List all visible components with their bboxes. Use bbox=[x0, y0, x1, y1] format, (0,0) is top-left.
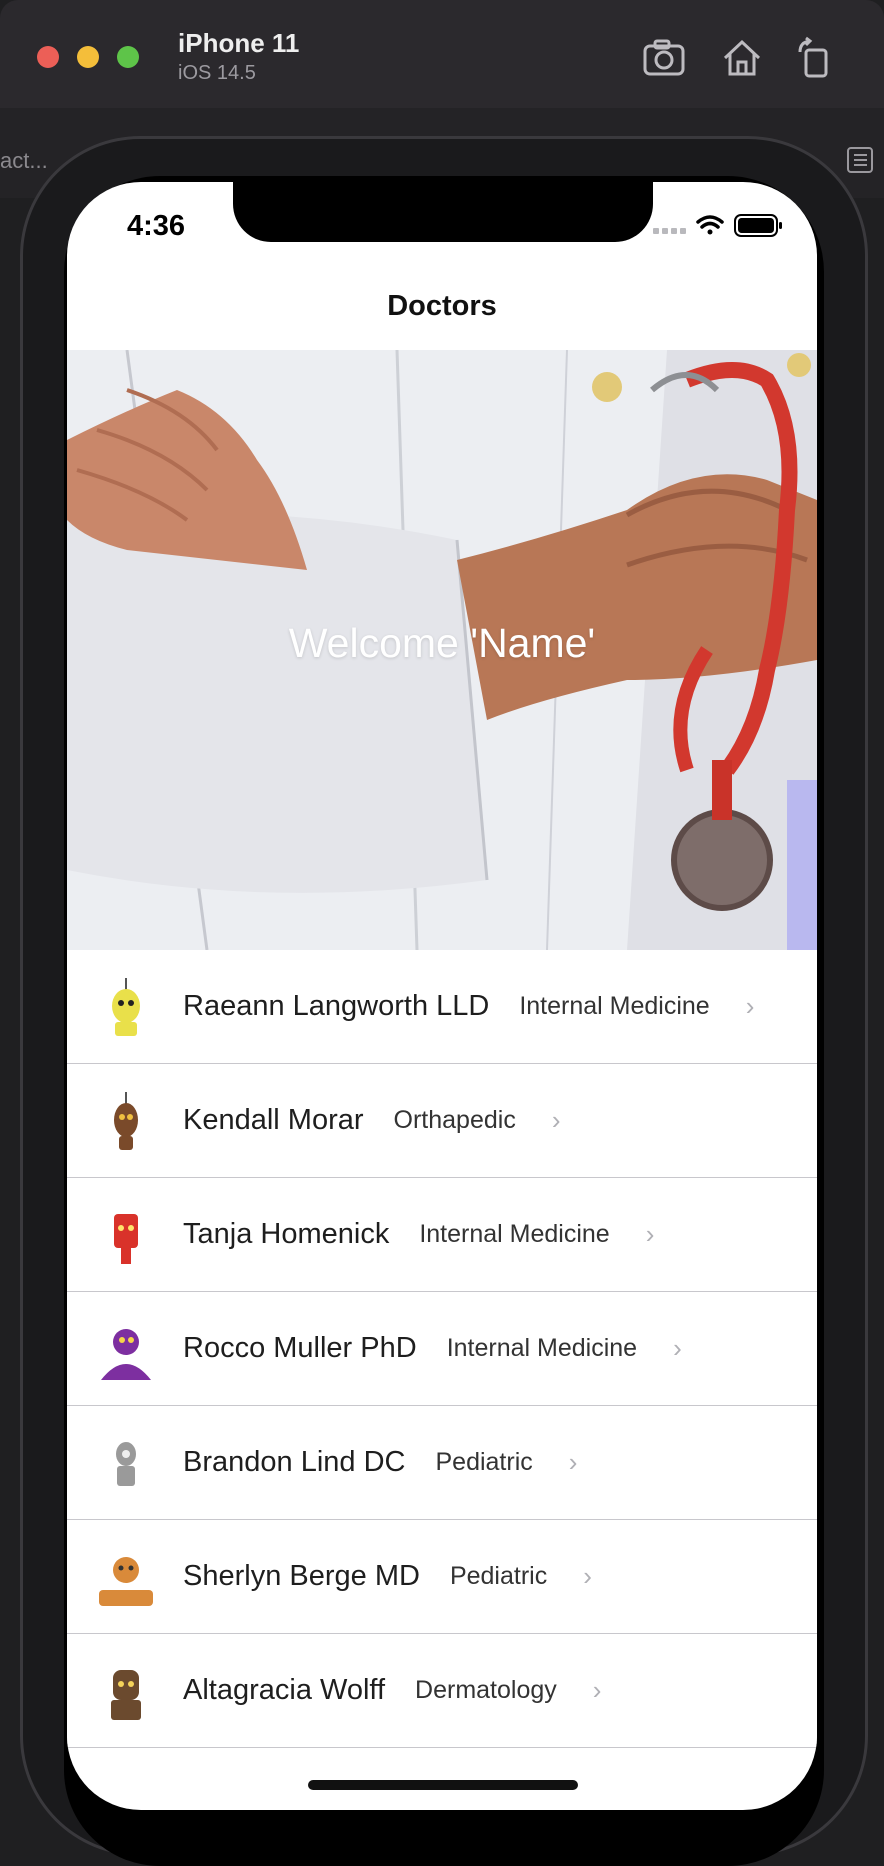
doctor-specialty: Pediatric bbox=[435, 1448, 533, 1476]
battery-icon bbox=[734, 214, 782, 237]
chevron-right-icon: › bbox=[745, 991, 755, 1021]
rotate-device-icon[interactable] bbox=[794, 36, 838, 80]
doctor-specialty: Orthapedic bbox=[393, 1106, 516, 1134]
doctor-name: Tanja Homenick bbox=[183, 1218, 390, 1250]
zoom-window-button[interactable] bbox=[117, 46, 139, 68]
simulator-device-name: iPhone 11 bbox=[178, 28, 300, 58]
doctor-row[interactable]: Altagracia Wolff Dermatology › bbox=[67, 1634, 817, 1748]
doctor-avatar bbox=[101, 1328, 151, 1380]
app-screen: 4:36 Doctors Welcome 'Name' Raeann Langw… bbox=[67, 182, 817, 1810]
doctor-avatar bbox=[114, 1091, 138, 1150]
background-editor-text: act... bbox=[0, 148, 48, 173]
doctor-row[interactable]: Kendall Morar Orthapedic › bbox=[67, 1064, 817, 1178]
chevron-right-icon: › bbox=[673, 1333, 682, 1363]
hero-banner: Welcome 'Name' bbox=[67, 350, 817, 950]
home-icon[interactable] bbox=[720, 36, 764, 80]
chevron-right-icon: › bbox=[645, 1219, 655, 1249]
doctor-row[interactable]: Sherlyn Berge MD Pediatric › bbox=[67, 1520, 817, 1634]
notch bbox=[233, 182, 653, 242]
doctor-name: Raeann Langworth LLD bbox=[183, 990, 490, 1022]
doctor-avatar bbox=[111, 1669, 141, 1720]
doctor-avatar bbox=[114, 1213, 138, 1264]
doctor-name: Sherlyn Berge MD bbox=[183, 1560, 420, 1592]
wifi-icon bbox=[696, 215, 724, 235]
doctor-specialty: Dermatology bbox=[415, 1676, 557, 1704]
simulator-os-version: iOS 14.5 bbox=[178, 62, 256, 84]
simulator-titlebar: iPhone 11 iOS 14.5 bbox=[0, 0, 884, 109]
chevron-right-icon: › bbox=[551, 1105, 561, 1135]
chevron-right-icon: › bbox=[583, 1561, 592, 1591]
doctor-specialty: Internal Medicine bbox=[519, 992, 710, 1020]
doctor-avatar bbox=[112, 977, 140, 1036]
home-indicator[interactable] bbox=[308, 1780, 578, 1790]
doctor-row[interactable]: Brandon Lind DC Pediatric › bbox=[67, 1406, 817, 1520]
screenshot-camera-icon[interactable] bbox=[642, 36, 686, 80]
doctor-name: Altagracia Wolff bbox=[183, 1674, 386, 1706]
doctor-list: Raeann Langworth LLD Internal Medicine ›… bbox=[67, 950, 817, 1748]
doctor-name: Brandon Lind DC bbox=[183, 1446, 406, 1478]
doctor-specialty: Internal Medicine bbox=[446, 1334, 638, 1362]
doctor-avatar bbox=[99, 1556, 153, 1606]
status-icons bbox=[653, 214, 782, 237]
welcome-text: Welcome 'Name' bbox=[288, 620, 596, 666]
chevron-right-icon: › bbox=[592, 1675, 602, 1705]
status-time: 4:36 bbox=[127, 210, 186, 242]
chevron-right-icon: › bbox=[568, 1447, 578, 1477]
close-window-button[interactable] bbox=[37, 46, 59, 68]
doctor-row[interactable]: Tanja Homenick Internal Medicine › bbox=[67, 1178, 817, 1292]
doctor-specialty: Internal Medicine bbox=[419, 1220, 610, 1248]
doctor-avatar bbox=[116, 1441, 136, 1486]
doctor-row[interactable]: Raeann Langworth LLD Internal Medicine › bbox=[67, 950, 817, 1064]
minimize-window-button[interactable] bbox=[77, 46, 99, 68]
list-icon[interactable] bbox=[846, 146, 874, 174]
doctor-name: Rocco Muller PhD bbox=[183, 1332, 417, 1364]
doctor-specialty: Pediatric bbox=[449, 1562, 548, 1590]
doctor-row[interactable]: Rocco Muller PhD Internal Medicine › bbox=[67, 1292, 817, 1406]
doctor-name: Kendall Morar bbox=[183, 1104, 364, 1136]
cellular-signal-icon bbox=[653, 228, 686, 234]
page-title: Doctors bbox=[387, 290, 497, 322]
